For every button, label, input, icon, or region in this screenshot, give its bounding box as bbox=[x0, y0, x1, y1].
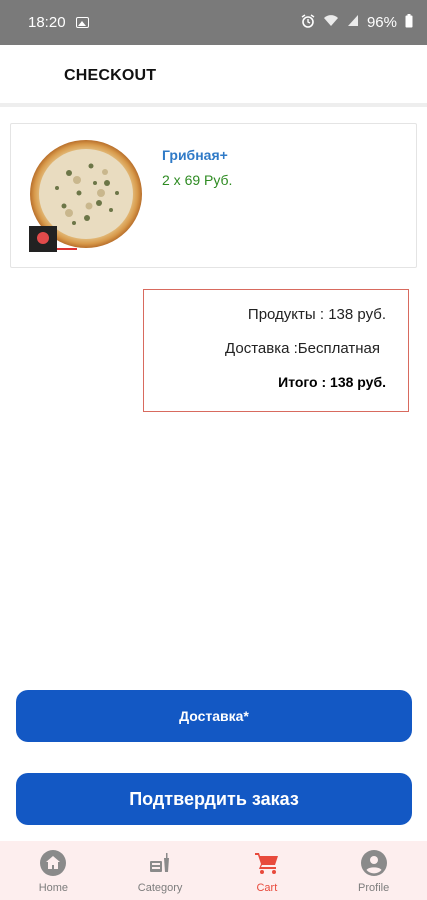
nav-item-cart[interactable]: Cart bbox=[214, 841, 321, 900]
bottom-nav: Home Category Cart Profile bbox=[0, 841, 427, 900]
signal-icon bbox=[347, 14, 359, 31]
nav-item-home[interactable]: Home bbox=[0, 841, 107, 900]
wifi-icon bbox=[323, 14, 339, 31]
product-name[interactable]: Грибная+ bbox=[162, 147, 228, 163]
summary-delivery: Доставка :Бесплатная bbox=[225, 340, 380, 357]
delivery-button[interactable]: Доставка* bbox=[16, 690, 412, 742]
home-icon bbox=[40, 850, 67, 876]
battery-icon bbox=[405, 13, 413, 32]
profile-icon bbox=[360, 850, 387, 876]
nav-label-category: Category bbox=[137, 882, 183, 894]
page-title: CHECKOUT bbox=[64, 67, 157, 84]
cart-item[interactable]: Грибная+ 2 x 69 Руб. bbox=[10, 123, 417, 268]
app-header: CHECKOUT bbox=[0, 45, 427, 107]
pizza-image bbox=[29, 138, 147, 252]
battery-percent: 96% bbox=[366, 14, 397, 31]
nav-label-home: Home bbox=[38, 882, 69, 894]
order-summary: Продукты : 138 руб. Доставка :Бесплатная… bbox=[143, 289, 409, 412]
cart-icon bbox=[254, 853, 278, 874]
nav-item-category[interactable]: Category bbox=[107, 841, 214, 900]
image-icon bbox=[75, 17, 89, 28]
confirm-order-button[interactable]: Подтвердить заказ bbox=[16, 773, 412, 825]
summary-products: Продукты : 138 руб. bbox=[247, 306, 386, 323]
nav-label-profile: Profile bbox=[358, 882, 390, 894]
status-time: 18:20 bbox=[28, 14, 66, 31]
product-qty-price: 2 x 69 Руб. bbox=[162, 172, 233, 188]
nav-label-cart: Cart bbox=[256, 882, 278, 894]
nav-item-profile[interactable]: Profile bbox=[320, 841, 427, 900]
status-bar: 18:20 96% bbox=[0, 0, 427, 45]
summary-total: Итого : 138 руб. bbox=[278, 374, 386, 390]
category-icon bbox=[150, 853, 170, 872]
alarm-icon bbox=[301, 13, 315, 32]
